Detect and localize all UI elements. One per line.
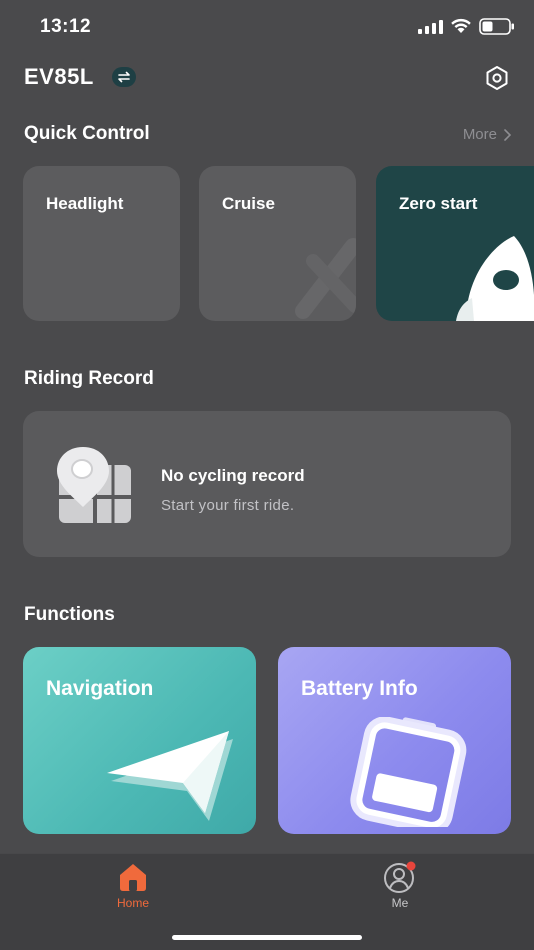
riding-record-card[interactable]: No cycling record Start your first ride. bbox=[23, 411, 511, 557]
chevron-right-icon bbox=[504, 128, 512, 141]
tab-me-label: Me bbox=[391, 896, 409, 910]
signal-icon bbox=[418, 20, 443, 34]
quick-control-title: Quick Control bbox=[24, 123, 150, 144]
navigation-arrow-icon bbox=[107, 731, 233, 821]
header: EV85L bbox=[24, 60, 510, 96]
cruise-label: Cruise bbox=[222, 194, 275, 213]
record-empty-title: No cycling record bbox=[161, 466, 305, 485]
wifi-icon bbox=[451, 18, 471, 33]
riding-record-title: Riding Record bbox=[24, 368, 154, 389]
tab-home-label: Home bbox=[116, 896, 149, 910]
headlight-label: Headlight bbox=[46, 194, 124, 213]
status-time: 13:12 bbox=[40, 16, 92, 37]
home-indicator bbox=[172, 935, 362, 940]
navigation-label: Navigation bbox=[46, 677, 154, 700]
swap-icon[interactable] bbox=[112, 67, 136, 87]
cruise-card[interactable]: Cruise bbox=[199, 166, 356, 321]
battery-info-card[interactable]: Battery Info bbox=[278, 647, 511, 834]
tab-home[interactable]: Home bbox=[88, 860, 178, 920]
navigation-card[interactable]: Navigation bbox=[23, 647, 256, 834]
map-pin-icon bbox=[57, 447, 131, 523]
status-bar: 13:12 bbox=[0, 0, 534, 54]
home-icon bbox=[120, 864, 146, 891]
zero-start-card[interactable]: Zero start bbox=[376, 166, 534, 321]
user-icon bbox=[384, 861, 416, 893]
headlight-card[interactable]: Headlight bbox=[23, 166, 180, 321]
zero-start-label: Zero start bbox=[399, 194, 478, 213]
tab-me[interactable]: Me bbox=[355, 860, 445, 920]
battery-info-label: Battery Info bbox=[301, 677, 418, 700]
cruise-icon bbox=[295, 238, 356, 319]
battery-info-icon bbox=[350, 717, 467, 827]
more-label: More bbox=[462, 126, 497, 143]
record-empty-subtitle: Start your first ride. bbox=[161, 497, 295, 514]
settings-icon[interactable] bbox=[484, 64, 510, 92]
functions-title: Functions bbox=[24, 604, 115, 625]
rocket-icon bbox=[456, 236, 534, 321]
device-name: EV85L bbox=[24, 64, 94, 89]
more-link[interactable]: More bbox=[463, 126, 512, 143]
battery-status-icon bbox=[479, 18, 514, 35]
